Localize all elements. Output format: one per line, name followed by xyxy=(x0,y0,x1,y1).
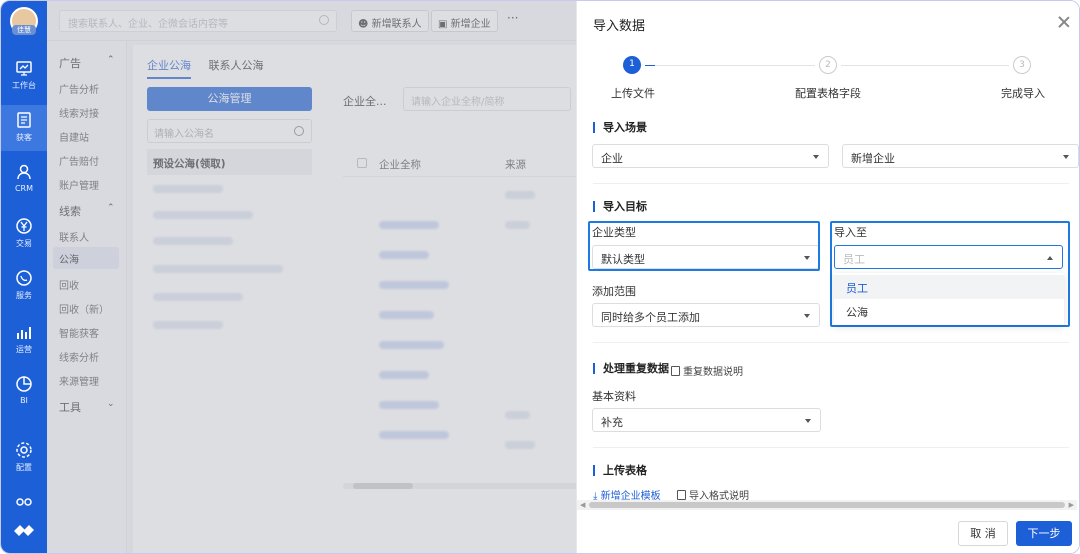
rail-label: 交易 xyxy=(16,239,32,248)
import-to-dropdown: 员工 公海 xyxy=(834,273,1064,325)
modal-overlay[interactable] xyxy=(47,1,576,553)
doc-icon xyxy=(671,366,680,376)
dup-help-link[interactable]: 重复数据说明 xyxy=(671,363,743,378)
cancel-button[interactable]: 取 消 xyxy=(958,521,1008,546)
rail-label: 工作台 xyxy=(12,81,36,90)
bar-chart-icon xyxy=(17,327,31,339)
step-3-dot: 3 xyxy=(1013,56,1031,74)
drawer-scrollbar[interactable]: ◀ ▶ xyxy=(577,500,1077,510)
scene-section-title: 导入场景 xyxy=(593,122,647,133)
workbench-icon xyxy=(16,61,32,76)
rail-label: BI xyxy=(20,396,28,405)
chat-icon xyxy=(16,270,32,286)
gear-icon xyxy=(16,442,32,458)
close-icon[interactable] xyxy=(1057,15,1071,29)
step-line xyxy=(841,65,1009,66)
avatar[interactable]: 佳慧 xyxy=(10,7,38,35)
dup-section-title: 处理重复数据 xyxy=(593,363,669,374)
target-section-title: 导入目标 xyxy=(593,201,647,212)
rail-label: 获客 xyxy=(16,133,32,142)
step-1-dot: 1 xyxy=(623,56,641,74)
step-1-label: 上传文件 xyxy=(611,87,655,100)
rail-item-trade[interactable]: 交易 xyxy=(1,217,47,249)
rail-label: CRM xyxy=(14,184,34,193)
doc-icon xyxy=(677,490,686,500)
step-line xyxy=(655,65,815,66)
divider xyxy=(593,447,1069,448)
app-window: 佳慧 工作台 获客 CRM 交易 服务 运营 BI 配置 搜索联系人、企业、企微… xyxy=(0,0,1080,554)
caret-down-icon xyxy=(804,314,810,318)
caret-down-icon xyxy=(813,155,819,159)
rail-label: 服务 xyxy=(16,291,32,300)
caret-down-icon xyxy=(805,419,811,423)
step-2-dot: 2 xyxy=(819,56,837,74)
add-scope-select[interactable]: 同时给多个员工添加 xyxy=(592,303,820,327)
divider xyxy=(593,342,1069,343)
logo-icon xyxy=(14,525,34,536)
scene-action-select[interactable]: 新增企业 xyxy=(842,144,1079,168)
highlight-box-company-type xyxy=(588,221,820,271)
acquire-icon xyxy=(17,112,31,128)
basic-info-select[interactable]: 补充 xyxy=(592,408,821,432)
rail-item-workbench[interactable]: 工作台 xyxy=(1,59,47,91)
step-2-label: 配置表格字段 xyxy=(795,87,861,100)
rail-item-crm[interactable]: CRM xyxy=(1,163,47,193)
upload-section-title: 上传表格 xyxy=(593,465,647,476)
step-line xyxy=(645,65,655,66)
pie-chart-icon xyxy=(16,376,32,392)
scroll-left-icon: ◀ xyxy=(580,501,586,509)
scroll-right-icon: ▶ xyxy=(1068,501,1074,509)
divider xyxy=(593,183,1069,184)
infinity-button[interactable] xyxy=(1,493,47,514)
rail-item-acquire[interactable]: 获客 xyxy=(1,105,47,151)
rail-item-service[interactable]: 服务 xyxy=(1,269,47,301)
step-3-label: 完成导入 xyxy=(1001,87,1045,100)
rail-label: 配置 xyxy=(16,463,32,472)
rail-item-operation[interactable]: 运营 xyxy=(1,323,47,355)
left-rail: 佳慧 工作台 获客 CRM 交易 服务 运营 BI 配置 xyxy=(1,1,47,553)
caret-down-icon xyxy=(1063,155,1069,159)
option-public-pool[interactable]: 公海 xyxy=(834,299,1064,323)
basic-info-label: 基本资料 xyxy=(592,390,636,403)
next-step-button[interactable]: 下一步 xyxy=(1016,521,1072,546)
scene-object-select[interactable]: 企业 xyxy=(592,144,829,168)
brand-logo xyxy=(1,519,47,544)
user-name: 佳慧 xyxy=(12,25,36,35)
rail-item-config[interactable]: 配置 xyxy=(1,441,47,473)
rail-item-bi[interactable]: BI xyxy=(1,375,47,405)
option-employee[interactable]: 员工 xyxy=(834,275,1064,299)
person-icon xyxy=(17,164,31,180)
yen-icon xyxy=(16,218,32,234)
loop-icon xyxy=(16,498,32,506)
rail-label: 运营 xyxy=(16,345,32,354)
drawer-title: 导入数据 xyxy=(593,19,646,34)
add-scope-label: 添加范围 xyxy=(592,285,636,298)
